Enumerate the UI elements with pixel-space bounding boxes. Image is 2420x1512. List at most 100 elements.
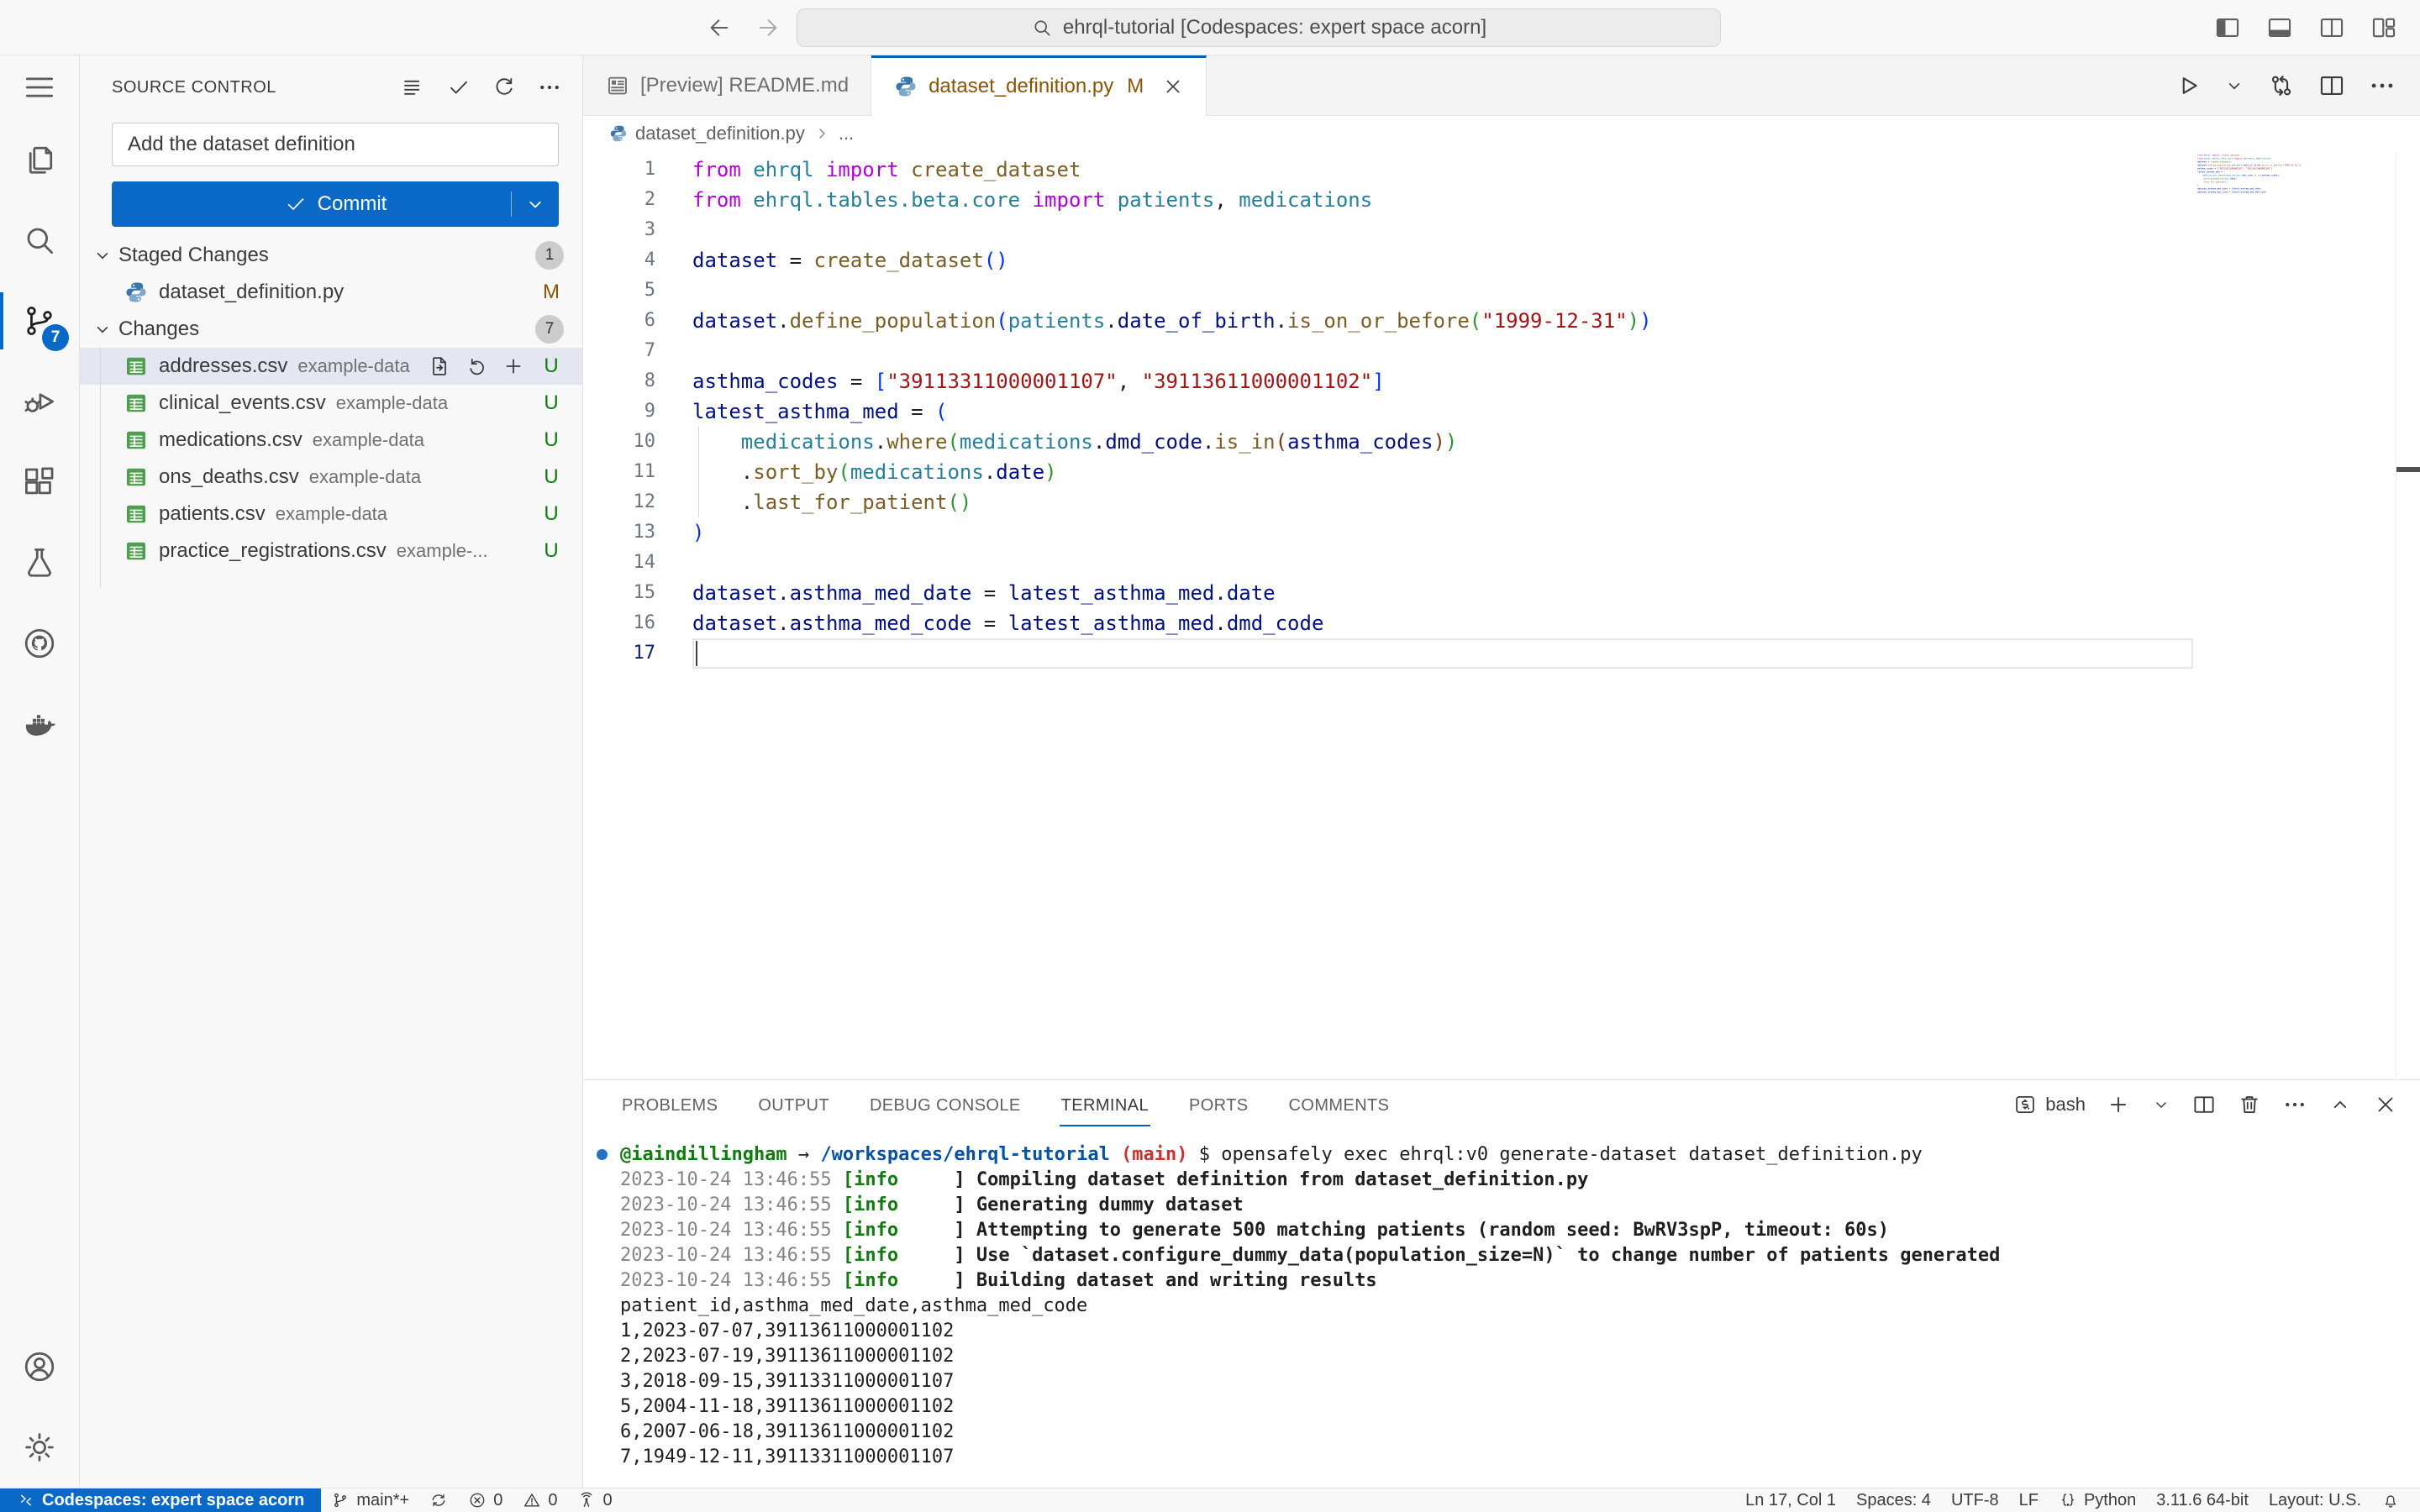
code-line-12[interactable]: 12 .last_for_patient()	[583, 487, 2420, 517]
status-item-language[interactable]: Python	[2049, 1488, 2146, 1512]
line-number[interactable]: 9	[583, 396, 692, 427]
activity-bar-item-testing[interactable]	[0, 522, 79, 603]
line-number[interactable]: 6	[583, 306, 692, 336]
breadcrumb-symbol[interactable]: ...	[839, 123, 854, 144]
status-item-indentation[interactable]: Spaces: 4	[1846, 1488, 1941, 1512]
line-number[interactable]: 4	[583, 245, 692, 276]
trash-icon[interactable]	[2237, 1092, 2262, 1117]
split-icon[interactable]	[2191, 1092, 2217, 1117]
plus-icon[interactable]	[502, 354, 525, 378]
panel-tab-problems[interactable]: PROBLEMS	[620, 1084, 719, 1126]
activity-bar-item-account[interactable]	[0, 1326, 79, 1407]
forward-arrow-icon[interactable]	[755, 14, 781, 41]
activity-bar-item-run-debug[interactable]	[0, 361, 79, 442]
chevron-up-icon[interactable]	[2328, 1092, 2353, 1117]
code-line-9[interactable]: 9 latest_asthma_med = (	[583, 396, 2420, 427]
chevron-down-icon[interactable]	[2151, 1095, 2171, 1115]
status-item-warnings[interactable]: 0	[513, 1488, 567, 1512]
layout-sidebar-icon[interactable]	[2213, 13, 2242, 42]
code-line-4[interactable]: 4 dataset = create_dataset()	[583, 245, 2420, 276]
activity-bar-item-menu[interactable]	[0, 55, 79, 119]
line-number[interactable]: 13	[583, 517, 692, 548]
activity-bar-item-github[interactable]	[0, 603, 79, 684]
code-line-8[interactable]: 8 asthma_codes = ["39113311000001107", "3…	[583, 366, 2420, 396]
check-icon[interactable]	[446, 75, 471, 100]
editor-tab-dataset-definition[interactable]: dataset_definition.py M	[871, 55, 1207, 116]
scm-file-addresses.csv[interactable]: addresses.csv example-data U	[80, 348, 582, 385]
back-arrow-icon[interactable]	[706, 14, 733, 41]
line-number[interactable]: 2	[583, 185, 692, 215]
status-item-encoding[interactable]: UTF-8	[1941, 1488, 2009, 1512]
code-line-1[interactable]: 1 from ehrql import create_dataset	[583, 155, 2420, 185]
status-item-cursor-position[interactable]: Ln 17, Col 1	[1735, 1488, 1846, 1512]
breadcrumb-file[interactable]: dataset_definition.py	[635, 123, 805, 144]
activity-bar-item-search[interactable]	[0, 200, 79, 281]
code-line-15[interactable]: 15 dataset.asthma_med_date = latest_asthm…	[583, 578, 2420, 608]
code-line-13[interactable]: 13)	[583, 517, 2420, 548]
scm-file-clinical_events.csv[interactable]: clinical_events.csv example-data U	[80, 385, 582, 422]
scm-file-dataset_definition.py[interactable]: dataset_definition.py M	[80, 274, 582, 311]
close-icon[interactable]	[2373, 1092, 2398, 1117]
chevron-down-icon[interactable]	[2223, 75, 2245, 97]
status-item-sync[interactable]	[419, 1488, 458, 1512]
code-line-16[interactable]: 16 dataset.asthma_med_code = latest_asthm…	[583, 608, 2420, 638]
line-number[interactable]: 17	[583, 638, 692, 669]
chevron-down-icon[interactable]	[523, 192, 547, 216]
panel-tab-terminal[interactable]: TERMINAL	[1059, 1084, 1150, 1126]
ellipsis-icon[interactable]	[537, 75, 562, 100]
layout-split-icon[interactable]	[2317, 13, 2346, 42]
status-item-errors[interactable]: 0	[458, 1488, 513, 1512]
layout-panel-icon[interactable]	[2265, 13, 2294, 42]
minimap[interactable]: from ehrql import create_dataset from ehr…	[2197, 154, 2307, 456]
section-header-staged[interactable]: Staged Changes 1	[80, 237, 582, 274]
terminal[interactable]: @iaindillingham → /workspaces/ehrql-tuto…	[583, 1129, 2420, 1488]
status-item-python-version[interactable]: 3.11.6 64-bit	[2146, 1488, 2259, 1512]
code-line-5[interactable]: 5	[583, 276, 2420, 306]
status-item-notifications[interactable]	[2371, 1488, 2410, 1512]
code-line-10[interactable]: 10 medications.where(medications.dmd_cod…	[583, 427, 2420, 457]
line-number[interactable]: 12	[583, 487, 692, 517]
line-number[interactable]: 8	[583, 366, 692, 396]
code-line-3[interactable]: 3	[583, 215, 2420, 245]
status-item-eol[interactable]: LF	[2009, 1488, 2049, 1512]
discard-icon[interactable]	[465, 354, 488, 378]
plus-icon[interactable]	[2106, 1092, 2131, 1117]
scm-file-practice_registrations.csv[interactable]: practice_registrations.csv example-... U	[80, 533, 582, 570]
line-number[interactable]: 14	[583, 548, 692, 578]
line-number[interactable]: 10	[583, 427, 692, 457]
terminal-shell-selector[interactable]: bash	[2013, 1093, 2086, 1116]
code-line-11[interactable]: 11 .sort_by(medications.date)	[583, 457, 2420, 487]
status-item-remote[interactable]: Codespaces: expert space acorn	[0, 1488, 322, 1512]
code-line-2[interactable]: 2 from ehrql.tables.beta.core import pati…	[583, 185, 2420, 215]
commit-button[interactable]: Commit	[112, 181, 559, 227]
scm-file-patients.csv[interactable]: patients.csv example-data U	[80, 496, 582, 533]
section-header-changes[interactable]: Changes 7	[80, 311, 582, 348]
code-line-17[interactable]: 17	[583, 638, 2420, 669]
activity-bar-item-extensions[interactable]	[0, 442, 79, 522]
code-line-7[interactable]: 7	[583, 336, 2420, 366]
activity-bar-item-source-control[interactable]: 7	[0, 281, 79, 361]
play-icon[interactable]	[2173, 71, 2202, 100]
activity-bar-item-settings[interactable]	[0, 1407, 79, 1488]
line-number[interactable]: 7	[583, 336, 692, 366]
scm-file-medications.csv[interactable]: medications.csv example-data U	[80, 422, 582, 459]
code-editor[interactable]: 1 from ehrql import create_dataset 2 from e…	[583, 151, 2420, 1079]
status-item-ports[interactable]: 0	[567, 1488, 622, 1512]
close-icon[interactable]	[1162, 76, 1184, 97]
ellipsis-icon[interactable]	[2282, 1092, 2307, 1117]
go-to-file-icon[interactable]	[428, 354, 451, 378]
line-number[interactable]: 5	[583, 276, 692, 306]
split-icon[interactable]	[2317, 71, 2346, 100]
command-center[interactable]: ehrql-tutorial [Codespaces: expert space…	[797, 8, 1721, 47]
ellipsis-icon[interactable]	[2368, 71, 2396, 100]
line-number[interactable]: 1	[583, 155, 692, 185]
panel-tab-ports[interactable]: PORTS	[1187, 1084, 1250, 1126]
line-number[interactable]: 3	[583, 215, 692, 245]
code-line-14[interactable]: 14	[583, 548, 2420, 578]
compare-icon[interactable]	[2267, 71, 2296, 100]
status-item-keyboard-layout[interactable]: Layout: U.S.	[2259, 1488, 2371, 1512]
scm-file-ons_deaths.csv[interactable]: ons_deaths.csv example-data U	[80, 459, 582, 496]
list-icon[interactable]	[401, 75, 426, 100]
line-number[interactable]: 16	[583, 608, 692, 638]
activity-bar-item-explorer[interactable]	[0, 119, 79, 200]
